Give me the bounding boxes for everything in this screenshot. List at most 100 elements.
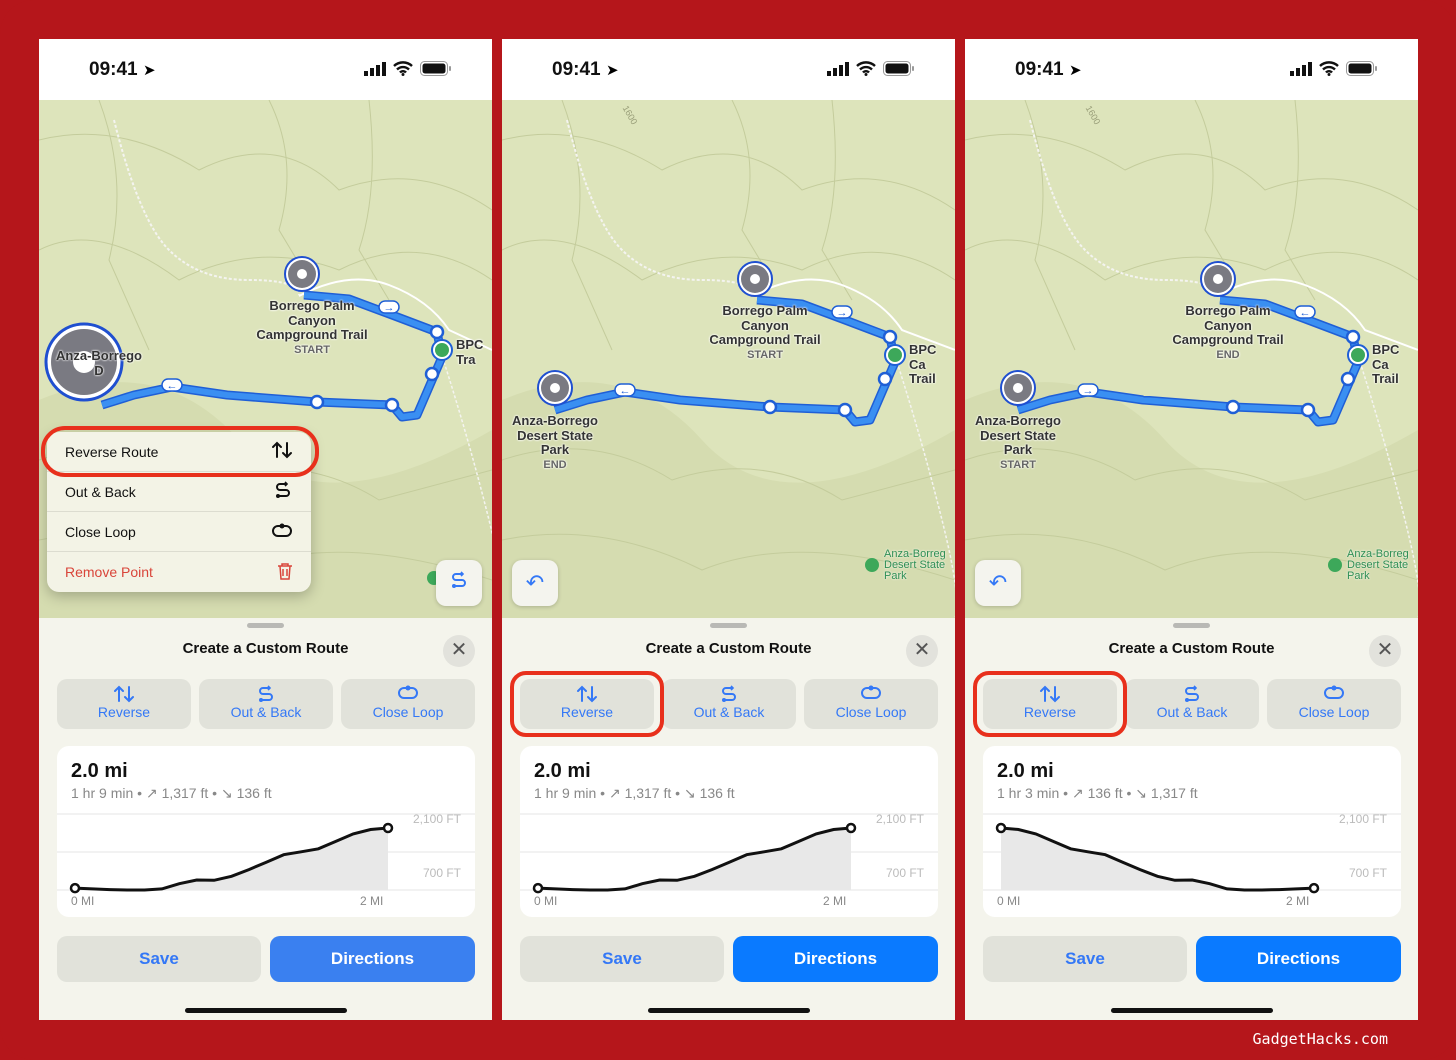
- route-waypoint[interactable]: [1340, 371, 1356, 387]
- elevation-area: [1001, 828, 1314, 890]
- reverse-icon: [57, 684, 191, 704]
- elevation-endpoint: [69, 882, 81, 894]
- out-and-back-button[interactable]: Out & Back: [1125, 679, 1259, 729]
- end-point-label: Anza-Borrego D: [56, 348, 142, 378]
- descent-icon: ↘: [220, 785, 233, 801]
- park-poi-icon[interactable]: [865, 558, 879, 572]
- route-waypoint[interactable]: [1345, 329, 1361, 345]
- svg-text:→: →: [1083, 385, 1094, 397]
- svg-text:→: →: [384, 302, 395, 314]
- status-bar: 09:41 ➤: [39, 39, 492, 100]
- start-pin[interactable]: [284, 256, 320, 292]
- elevation-axis-label: 0 MI: [534, 894, 557, 908]
- status-time: 09:41: [552, 59, 601, 80]
- out-and-back-icon: [199, 684, 333, 704]
- reverse-button[interactable]: Reverse: [57, 679, 191, 729]
- trailhead-poi-icon[interactable]: [1347, 344, 1369, 366]
- route-waypoint[interactable]: [1300, 402, 1316, 418]
- close-button[interactable]: ✕: [906, 635, 938, 667]
- start-pin[interactable]: [1200, 261, 1236, 297]
- undo-icon: ↶: [525, 570, 545, 595]
- battery-icon: [420, 61, 451, 76]
- descent-icon: ↘: [683, 785, 696, 801]
- route-waypoint[interactable]: [309, 394, 325, 410]
- close-loop-button[interactable]: Close Loop: [341, 679, 475, 729]
- status-time: 09:41: [1015, 59, 1064, 80]
- elevation-chart: 2,100 FT 700 FT 0 MI 2 MI: [983, 812, 1401, 908]
- elevation-axis-label: 700 FT: [886, 866, 925, 880]
- highlight-annotation: [510, 671, 664, 737]
- out-and-back-icon: [662, 684, 796, 704]
- elevation-axis-label: 0 MI: [71, 894, 94, 908]
- close-loop-button[interactable]: Close Loop: [1267, 679, 1401, 729]
- close-button[interactable]: ✕: [1369, 635, 1401, 667]
- close-icon: ✕: [913, 639, 931, 661]
- start-pin[interactable]: [737, 261, 773, 297]
- park-poi-icon[interactable]: [1328, 558, 1342, 572]
- home-indicator[interactable]: [1111, 1008, 1273, 1013]
- route-waypoint[interactable]: [384, 397, 400, 413]
- start-point-label: Borrego Palm Canyon Campground Trail START: [695, 303, 835, 362]
- poi-label: BPC Tra: [456, 337, 484, 367]
- out-and-back-button[interactable]: Out & Back: [662, 679, 796, 729]
- route-distance: 2.0 mi: [997, 760, 1054, 782]
- sheet-grabber[interactable]: [247, 623, 284, 628]
- end-point-tag: END: [543, 458, 567, 471]
- end-pin[interactable]: [537, 370, 573, 406]
- route-distance: 2.0 mi: [71, 760, 128, 782]
- ascent-icon: ↗: [145, 785, 158, 801]
- ascent-icon: ↗: [608, 785, 621, 801]
- directions-button[interactable]: Directions: [1196, 936, 1401, 982]
- close-loop-button[interactable]: Close Loop: [804, 679, 938, 729]
- wifi-icon: [856, 61, 876, 76]
- trailhead-poi-icon[interactable]: [431, 339, 453, 361]
- elevation-axis-label: 2,100 FT: [876, 812, 925, 826]
- undo-button[interactable]: ↶: [975, 560, 1021, 606]
- sheet-grabber[interactable]: [710, 623, 747, 628]
- home-indicator[interactable]: [185, 1008, 347, 1013]
- map-view[interactable]: ← → Borrego Palm Canyon Campground Trail E…: [965, 100, 1418, 618]
- sheet-title: Create a Custom Route: [1108, 640, 1275, 657]
- sheet-grabber[interactable]: [1173, 623, 1210, 628]
- descent-icon: ↘: [1135, 785, 1148, 801]
- phone-screen-3: 09:41 ➤ ← → Borrego Palm Canyon Campground…: [965, 39, 1418, 1020]
- route-edit-button[interactable]: [436, 560, 482, 606]
- close-button[interactable]: ✕: [443, 635, 475, 667]
- end-pin[interactable]: [1000, 370, 1036, 406]
- svg-text:→: →: [837, 307, 848, 319]
- menu-item-close-loop[interactable]: Close Loop: [47, 512, 311, 552]
- trailhead-poi-icon[interactable]: [884, 344, 906, 366]
- route-waypoint[interactable]: [424, 366, 440, 382]
- ascent-icon: ↗: [1071, 785, 1084, 801]
- route-waypoint[interactable]: [429, 324, 445, 340]
- route-waypoint[interactable]: [882, 329, 898, 345]
- route-waypoint[interactable]: [837, 402, 853, 418]
- save-button[interactable]: Save: [57, 936, 261, 982]
- menu-item-trash[interactable]: Remove Point: [47, 552, 311, 592]
- home-indicator[interactable]: [648, 1008, 810, 1013]
- elevation-endpoint: [995, 822, 1007, 834]
- map-view[interactable]: → ← Borrego Palm Canyon Campground Trail S…: [502, 100, 955, 618]
- end-point-tag: START: [1000, 458, 1036, 471]
- duration: 1 hr 9 min: [71, 785, 134, 801]
- undo-button[interactable]: ↶: [512, 560, 558, 606]
- directions-button[interactable]: Directions: [270, 936, 475, 982]
- route-meta: 1 hr 3 min • ↗ 136 ft • ↘ 1,317 ft: [997, 785, 1198, 801]
- out-and-back-button[interactable]: Out & Back: [199, 679, 333, 729]
- route-waypoint[interactable]: [877, 371, 893, 387]
- start-point-tag: END: [1216, 348, 1240, 361]
- menu-item-out-and-back[interactable]: Out & Back: [47, 472, 311, 512]
- route-waypoint[interactable]: [762, 399, 778, 415]
- elevation-axis-label: 2 MI: [823, 894, 846, 908]
- route-waypoint[interactable]: [1225, 399, 1241, 415]
- ascent: 136 ft: [1087, 785, 1123, 801]
- close-loop-icon: [804, 684, 938, 704]
- elevation-axis-label: 0 MI: [997, 894, 1020, 908]
- phone-screen-1: 09:41 ➤ → ← Borrego Palm Canyon Campground…: [39, 39, 492, 1020]
- elevation-axis-label: 700 FT: [423, 866, 462, 880]
- save-button[interactable]: Save: [520, 936, 724, 982]
- direction-arrow: ←: [614, 383, 636, 397]
- start-point-tag: START: [294, 343, 330, 356]
- directions-button[interactable]: Directions: [733, 936, 938, 982]
- save-button[interactable]: Save: [983, 936, 1187, 982]
